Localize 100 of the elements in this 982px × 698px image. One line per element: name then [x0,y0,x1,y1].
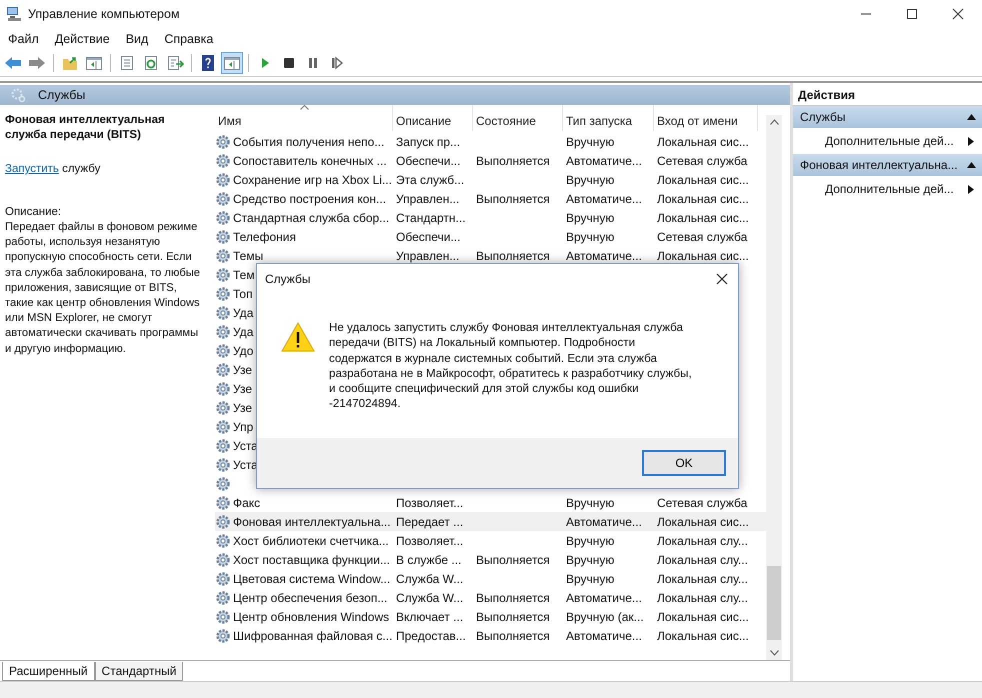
gear-icon [215,210,231,226]
menu-item[interactable]: Справка [164,32,214,46]
table-cell: Сохранение игр на Xbox Li... [233,172,392,186]
menu-item[interactable]: Действие [54,32,110,46]
table-cell: Вручную [566,572,614,586]
gear-icon [215,532,231,548]
table-cell: Автоматиче... [566,248,642,262]
action-item[interactable]: Дополнительные дей... [793,176,982,202]
table-cell: Тем [233,268,255,282]
close-icon[interactable] [952,8,964,20]
column-header[interactable]: Состояние [473,105,563,131]
table-cell: Вручную [566,534,614,548]
table-cell: Сопоставитель конечных ... [233,154,387,168]
table-cell: Эта служб... [396,172,464,186]
table-cell: Вручную [566,230,614,244]
gear-icon [215,324,231,340]
actions-group-header[interactable]: Службы [793,106,982,128]
warning-icon [281,322,315,352]
table-cell: Управлен... [396,248,460,262]
table-cell: Обеспечи... [396,154,460,168]
error-message: Не удалось запустить службу Фоновая интеллектуальная служба передачи (BITS) на Локальный компьютер. Подробности содержатся в журнале системных событий. Если эта служба разработана не в Майкрософт, обратитесь к разработчику службы, и сообщите специфический для этой службы код ошибки -2147024894. [329,320,692,412]
scrollbar-thumb[interactable] [767,566,781,640]
view-tab[interactable]: Расширенный [2,662,95,681]
table-cell: Узе [233,362,252,376]
gear-icon [215,228,231,244]
gear-icon [215,608,231,624]
maximize-icon[interactable] [906,8,918,20]
table-cell: Локальная сис... [657,610,749,624]
table-cell: Цветовая система Window... [233,572,390,586]
action-item[interactable]: Дополнительные дей... [793,128,982,154]
gear-icon [215,304,231,320]
table-cell: Позволяет... [396,534,464,548]
table-cell: Вручную [566,134,614,148]
table-cell: Выполняется [476,248,550,262]
table-cell: Вручную [566,552,614,566]
computer-icon [6,6,22,22]
table-cell: В службе ... [396,552,462,566]
table-cell: Запуск пр... [396,134,460,148]
gear-icon [215,342,231,358]
section-title: Службы [38,88,86,102]
table-cell: Управлен... [396,192,460,206]
ok-button[interactable]: OK [642,450,726,476]
table-cell: Центр обновления Windows [233,610,390,624]
column-header[interactable]: Описание [393,105,473,131]
window-title: Управление компьютером [28,7,180,21]
table-cell: Стандартн... [396,210,466,224]
table-cell: Автоматиче... [566,628,642,642]
table-cell: Стандартная служба сбор... [233,210,390,224]
table-cell: Хост библиотеки счетчика... [233,534,389,548]
start-service-text: Запустить службу [5,163,102,175]
table-cell: Выполняется [476,590,550,604]
gear-icon [215,514,231,530]
menu-item[interactable]: Файл [8,32,39,46]
gear-icon [215,190,231,206]
table-cell: Сетевая служба [657,230,748,244]
view-tab[interactable]: Стандартный [94,662,184,681]
scrollbar[interactable] [766,115,782,660]
service-title: Фоновая интеллектуальная служба передачи (BITS) [5,113,166,143]
column-header[interactable]: Вход от имени [654,105,758,131]
gear-icon [215,152,231,168]
table-cell: Телефония [233,230,296,244]
table-cell: Локальная сис... [657,134,749,148]
table-cell: Выполняется [476,552,550,566]
table-cell: Выполняется [476,628,550,642]
table-cell: Служба W... [396,572,464,586]
column-header[interactable]: Имя [215,105,393,131]
gear-icon [215,400,231,416]
gear-icon [215,570,231,586]
table-cell: Центр обеспечения безоп... [233,590,388,604]
table-cell: Сетевая служба [657,154,748,168]
gear-icon [215,476,231,492]
table-cell: Локальная сис... [657,172,749,186]
table-cell: Локальная сис... [657,192,749,206]
start-link[interactable]: Запустить [5,163,59,175]
close-icon[interactable] [716,273,728,285]
table-cell: Служба W... [396,590,464,604]
table-cell: Выполняется [476,610,550,624]
table-cell: Выполняется [476,154,550,168]
column-header[interactable]: Тип запуска [563,105,654,131]
gear-icon [215,590,231,606]
table-cell: Автоматиче... [566,590,642,604]
menu-item[interactable]: Вид [126,32,148,46]
table-cell: Локальная слу... [657,552,748,566]
table-cell: Автоматиче... [566,514,642,528]
gear-icon [215,172,231,188]
gear-icon [215,380,231,396]
table-cell: Фоновая интеллектуальна... [233,514,391,528]
scroll-up-icon[interactable] [770,119,778,125]
actions-group-header[interactable]: Фоновая интеллектуальна... [793,154,982,176]
table-cell: Автоматиче... [566,154,642,168]
gear-icon [215,362,231,378]
table-cell: События получения непо... [233,134,384,148]
dialog-title: Службы [265,272,310,286]
description-label: Описание: [5,205,62,220]
scroll-down-icon[interactable] [770,650,778,656]
table-cell: Выполняется [476,192,550,206]
table-cell: Локальная сис... [657,628,749,642]
table-cell: Локальная сис... [657,514,749,528]
description-text: Передает файлы в фоновом режиме работы, используя незанятую пропускную способность сети. Если эта служба заблокирована, то любые приложения, зависящие от BITS, такие как центр обновления Windows или MSN Explorer, не смогут автоматически скачивать программы и другую информацию. [5,220,201,357]
table-cell: Сетевая служба [657,496,748,510]
